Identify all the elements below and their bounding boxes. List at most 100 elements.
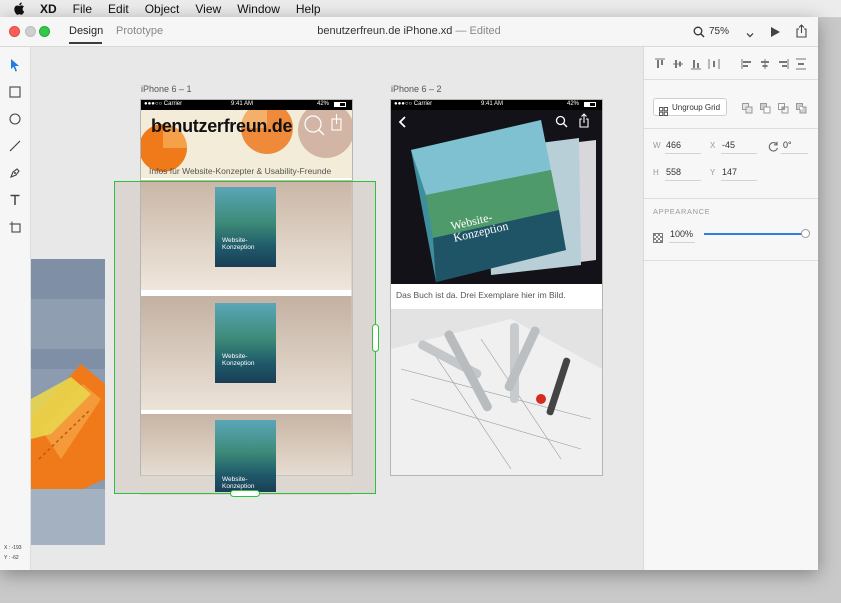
opacity-slider-fill (704, 233, 806, 235)
panel-divider (644, 128, 818, 129)
artboard-tool-icon[interactable] (7, 219, 23, 235)
menu-object[interactable]: Object (145, 2, 180, 16)
app-window: Design Prototype benutzerfreun.de iPhone… (0, 17, 818, 570)
menu-edit[interactable]: Edit (108, 2, 129, 16)
menu-bar: XD File Edit Object View Window Help (0, 0, 841, 18)
tool-bar: X : -193 Y : -62 (0, 47, 31, 570)
cursor-x-readout: X : -193 (4, 545, 22, 551)
width-label: W (653, 141, 661, 150)
ellipse-tool-icon[interactable] (7, 111, 23, 127)
chevron-down-icon[interactable] (746, 26, 754, 44)
edited-status: — Edited (455, 25, 501, 37)
opacity-slider-thumb[interactable] (801, 229, 810, 238)
distribute-vertical-icon[interactable] (708, 57, 720, 75)
markers-photo[interactable] (391, 309, 602, 475)
status-battery: 42% (317, 101, 330, 107)
align-top-icon[interactable] (654, 57, 666, 75)
y-field-underline (721, 180, 757, 181)
artboard-2-label[interactable]: iPhone 6 – 2 (391, 84, 442, 94)
x-field-underline (721, 153, 757, 154)
hero-photo-books[interactable]: Website-Konzeption (391, 110, 602, 284)
site-header: benutzerfreun.de Infos für Website-Konze… (141, 110, 352, 178)
select-tool-icon[interactable] (7, 57, 23, 73)
height-field-underline (665, 180, 701, 181)
align-left-icon[interactable] (741, 57, 753, 75)
y-field[interactable]: 147 (722, 167, 737, 177)
line-tool-icon[interactable] (7, 138, 23, 154)
site-logo: benutzerfreun.de (151, 116, 293, 136)
rectangle-tool-icon[interactable] (7, 84, 23, 100)
status-time: 9:41 AM (231, 101, 254, 107)
ungroup-grid-label: Ungroup Grid (672, 103, 721, 112)
status-bar: ●●●○○ Carrier 9:41 AM 42% (141, 100, 352, 110)
markers-illustration (391, 309, 602, 475)
ungroup-grid-button[interactable]: Ungroup Grid (653, 98, 727, 116)
x-label: X (710, 141, 716, 150)
property-inspector: Ungroup Grid W 466 X -45 0° H 558 Y 147 … (643, 47, 818, 570)
boolean-add-icon[interactable] (742, 101, 753, 119)
pasteboard-photo[interactable] (31, 259, 105, 545)
text-tool-icon[interactable] (7, 192, 23, 208)
battery-icon (584, 102, 596, 107)
caption-box: Das Buch ist da. Drei Exemplare hier im … (391, 284, 602, 308)
grid-icon (659, 103, 668, 121)
share-icon[interactable] (795, 24, 808, 43)
align-bottom-icon[interactable] (690, 57, 702, 75)
menu-app[interactable]: XD (40, 2, 57, 16)
search-icon[interactable] (555, 115, 568, 133)
panel-divider (644, 198, 818, 199)
play-preview-icon[interactable] (770, 25, 781, 43)
site-tagline: Infos für Website-Konzepter & Usability-… (149, 166, 332, 176)
cursor-y-readout: Y : -62 (4, 555, 19, 561)
opacity-slider[interactable] (704, 229, 810, 238)
artboard-iphone-6-2[interactable]: ●●●○○ Carrier 9:41 AM 42% Website-Konzep… (390, 99, 603, 476)
panel-divider (644, 79, 818, 80)
document-name: benutzerfreun.de iPhone.xd (317, 25, 453, 37)
width-field-underline (665, 153, 701, 154)
books-illustration (391, 110, 602, 284)
zoom-level[interactable]: 75% (709, 26, 729, 37)
height-label: H (653, 168, 659, 177)
pen-tool-icon[interactable] (7, 165, 23, 181)
boolean-subtract-icon[interactable] (760, 101, 771, 119)
design-canvas[interactable]: iPhone 6 – 1 ●●●○○ Carrier 9:41 AM 42% b… (31, 47, 643, 570)
repeat-grid-row-handle[interactable] (230, 490, 260, 497)
repeat-grid-selection[interactable] (114, 181, 376, 494)
menu-file[interactable]: File (73, 2, 92, 16)
rotation-field[interactable]: 0° (783, 140, 792, 150)
apple-icon[interactable] (14, 2, 28, 15)
opacity-field-underline (669, 242, 695, 243)
back-chevron-icon[interactable] (398, 115, 408, 133)
active-tab-indicator (69, 42, 102, 44)
status-carrier: ●●●○○ Carrier (144, 101, 183, 107)
repeat-grid-column-handle[interactable] (372, 324, 379, 352)
artboard-1-label[interactable]: iPhone 6 – 1 (141, 84, 192, 94)
battery-icon (334, 102, 346, 107)
status-bar: ●●●○○ Carrier 9:41 AM 42% (391, 100, 602, 110)
opacity-field[interactable]: 100% (670, 229, 693, 239)
align-right-icon[interactable] (777, 57, 789, 75)
distribute-horizontal-icon[interactable] (795, 57, 807, 75)
menu-window[interactable]: Window (237, 2, 280, 16)
x-field[interactable]: -45 (722, 140, 735, 150)
height-field[interactable]: 558 (666, 167, 681, 177)
rotate-icon (768, 139, 779, 157)
status-time: 9:41 AM (481, 101, 504, 107)
search-icon[interactable] (693, 25, 705, 43)
photo-caption: Das Buch ist da. Drei Exemplare hier im … (396, 290, 566, 300)
opacity-icon (653, 230, 663, 248)
align-center-icon[interactable] (759, 57, 771, 75)
menu-help[interactable]: Help (296, 2, 321, 16)
align-middle-icon[interactable] (672, 57, 684, 75)
status-battery: 42% (567, 101, 580, 107)
y-label: Y (710, 168, 716, 177)
menu-view[interactable]: View (195, 2, 221, 16)
boolean-intersect-icon[interactable] (778, 101, 789, 119)
title-bar: Design Prototype benutzerfreun.de iPhone… (0, 17, 818, 47)
boolean-exclude-icon[interactable] (796, 101, 807, 119)
status-carrier: ●●●○○ Carrier (394, 101, 433, 107)
width-field[interactable]: 466 (666, 140, 681, 150)
share-icon[interactable] (578, 113, 590, 133)
rotation-field-underline (781, 153, 808, 154)
appearance-section-title: APPEARANCE (653, 207, 711, 216)
